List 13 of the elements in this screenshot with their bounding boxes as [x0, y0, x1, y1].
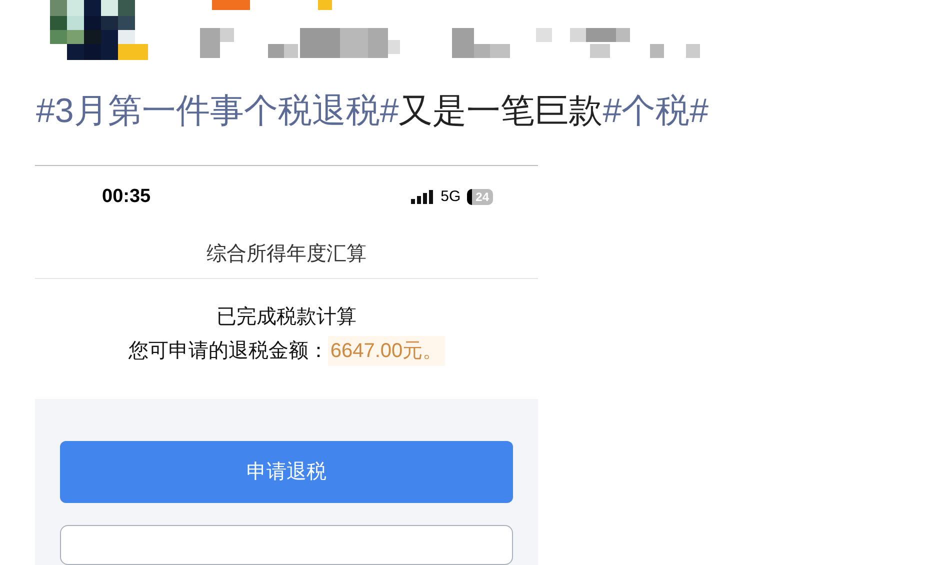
network-label: 5G	[440, 187, 461, 208]
status-time: 00:35	[102, 185, 151, 210]
signal-icon	[410, 190, 435, 204]
apply-refund-button[interactable]: 申请退税	[60, 441, 513, 503]
battery-indicator: 24	[466, 189, 493, 206]
secondary-button[interactable]	[60, 525, 513, 565]
hashtag-link[interactable]: #3月第一件事个税退税#	[36, 92, 399, 130]
page-title: 综合所得年度汇算	[206, 242, 366, 266]
refund-label: 您可申请的退税金额：	[128, 339, 328, 364]
status-message: 已完成税款计算	[216, 305, 356, 330]
post-text: #3月第一件事个税退税#又是一笔巨款#个税#	[36, 91, 709, 132]
hashtag-link[interactable]: #个税#	[602, 92, 709, 130]
refund-amount: 6647.00元。	[328, 336, 445, 366]
